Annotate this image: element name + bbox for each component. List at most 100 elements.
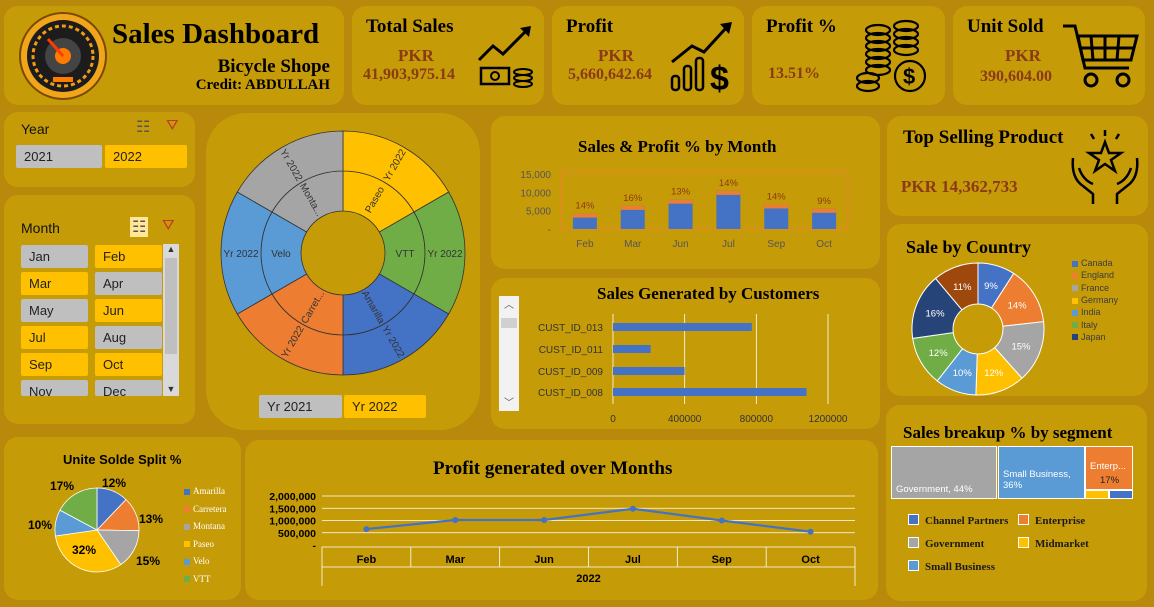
year-button-2022[interactable]: Yr 2022 (344, 395, 426, 418)
multi-select-icon[interactable]: ☷ (136, 117, 150, 137)
slice-label: 12% (929, 348, 949, 359)
line-point[interactable] (629, 505, 636, 512)
profit-bar[interactable] (716, 190, 741, 195)
legend-swatch (1072, 260, 1078, 267)
bar[interactable] (613, 388, 807, 396)
legend-label: Amarilla (193, 486, 225, 496)
slicer-item-mar[interactable]: Mar (21, 272, 88, 295)
line-point[interactable] (807, 528, 814, 535)
slicer-item-nov[interactable]: Nov (21, 380, 88, 399)
slice-label: 15% (1011, 341, 1031, 352)
slice-label: 9% (984, 281, 998, 292)
legend-item: Government (908, 537, 984, 550)
legend-item: Enterprise (1018, 514, 1085, 527)
bar[interactable] (668, 199, 693, 229)
y-tick-label: CUST_ID_011 (539, 345, 604, 356)
line-point[interactable] (541, 517, 548, 524)
slicer-item-aug[interactable]: Aug (95, 326, 162, 349)
slicer-item-oct[interactable]: Oct (95, 353, 162, 376)
multi-select-icon[interactable]: ☷ (130, 217, 149, 237)
profit-bar[interactable] (572, 213, 597, 218)
legend-swatch (908, 514, 919, 525)
profit-bar[interactable] (620, 205, 645, 210)
treemap-label: Small Business, 36% (1003, 469, 1071, 491)
bar[interactable] (613, 367, 685, 375)
clear-filter-icon[interactable]: ⛛ (162, 217, 175, 234)
legend-swatch (1072, 334, 1078, 341)
line-point[interactable] (452, 517, 459, 524)
slicer-item-apr[interactable]: Apr (95, 272, 162, 295)
legend-item: Germany (1072, 295, 1118, 305)
legend-label: Japan (1081, 331, 1106, 342)
scroll-down-icon[interactable]: ▼ (163, 384, 179, 394)
page-subtitle: Bicycle Shope (217, 56, 330, 77)
line-point[interactable] (718, 517, 725, 524)
legend-swatch (1072, 309, 1078, 316)
slicer-item-feb[interactable]: Feb (95, 245, 162, 268)
legend-item: Montana (184, 521, 225, 531)
y-tick-label: 1,000,000 (269, 516, 316, 528)
y-tick-label: 5,000 (526, 207, 551, 218)
legend-swatch (1072, 322, 1078, 329)
scrollbar[interactable]: ▲ ▼ (163, 244, 179, 396)
top-product-card: Top Selling Product PKR 14,362,733 (887, 116, 1148, 216)
data-label: 13% (671, 187, 691, 198)
slicer-item-dec[interactable]: Dec (95, 380, 162, 399)
legend-label: Canada (1081, 258, 1113, 268)
bar[interactable] (613, 345, 651, 353)
x-tick-label: Oct (801, 554, 820, 566)
product-sunburst-card: Paseo Yr 2022 VTT Yr 2022 Amarilla Yr 2022 Car… (206, 113, 480, 430)
scroll-thumb[interactable] (165, 258, 177, 354)
legend-swatch (908, 537, 919, 548)
slicer-item-sep[interactable]: Sep (21, 353, 88, 376)
legend-item: Japan (1072, 332, 1106, 342)
kpi-value: 390,604.00 (980, 68, 1052, 85)
legend-swatch (184, 576, 190, 583)
data-label: 14% (767, 191, 787, 202)
line-point[interactable] (363, 526, 370, 533)
x-tick-label: 0 (610, 414, 616, 425)
legend-label: Government (925, 538, 985, 550)
scroll-up-icon[interactable]: ▲ (163, 244, 179, 254)
legend-label: Velo (193, 556, 210, 566)
slicer-item-jun[interactable]: Jun (95, 299, 162, 322)
legend-item: VTT (184, 574, 211, 584)
year-button-2021[interactable]: Yr 2021 (259, 395, 342, 418)
treemap-government: Government, 44% (891, 446, 997, 499)
slicer-item-jul[interactable]: Jul (21, 326, 88, 349)
clear-filter-icon[interactable]: ⛛ (166, 117, 179, 134)
y-tick-label: 1,500,000 (269, 503, 316, 515)
x-tick-label: Oct (816, 239, 832, 250)
x-tick-label: Feb (576, 239, 594, 250)
profit-bar[interactable] (668, 199, 693, 204)
y-tick-label: 15,000 (520, 170, 551, 181)
slicer-item-2022[interactable]: 2022 (105, 145, 187, 168)
slice-label: 13% (139, 512, 163, 526)
slicer-item-2021[interactable]: 2021 (16, 145, 102, 168)
bar[interactable] (613, 323, 752, 331)
credit-text: Credit: ABDULLAH (195, 77, 330, 93)
slice-label: 17% (50, 479, 74, 493)
slicer-item-jan[interactable]: Jan (21, 245, 88, 268)
legend-label: Enterprise (1035, 515, 1086, 527)
treemap-label: Government, 44% (896, 484, 973, 495)
profit-line-chart: 2,000,0001,500,0001,000,000500,000- Feb Ma… (269, 491, 856, 586)
slicer-item-may[interactable]: May (21, 299, 88, 322)
legend-swatch (1072, 297, 1078, 304)
legend-label: Small Business (925, 561, 995, 573)
bar[interactable] (716, 190, 741, 229)
treemap-label: Enterp... (1090, 461, 1126, 472)
profit-bar[interactable] (764, 204, 789, 209)
slicer-title: Month (21, 220, 60, 236)
money-growth-icon (477, 26, 533, 88)
legend-swatch (908, 560, 919, 571)
legend-label: Montana (193, 521, 225, 531)
sunburst-outer-label: Yr 2022 (223, 249, 258, 260)
coin-stacks-icon: $ (855, 19, 927, 93)
kpi-profit-percent: Profit % 13.51% $ (752, 6, 945, 105)
profit-bar[interactable] (812, 208, 837, 213)
slicer-title: Year (21, 121, 50, 137)
data-label: 16% (623, 193, 643, 204)
legend-label: Germany (1081, 294, 1119, 305)
y-tick-label: 2,000,000 (269, 491, 316, 503)
